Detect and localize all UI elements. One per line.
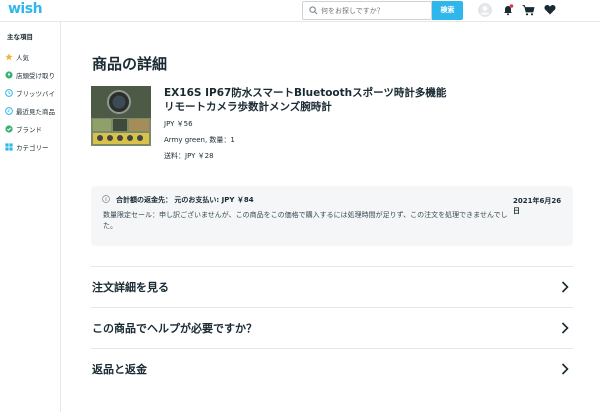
wishlist-heart-icon[interactable]: [544, 4, 556, 15]
product-price: JPY ￥56: [164, 120, 193, 128]
star-icon: [5, 53, 13, 61]
page-title: 商品の詳細: [92, 55, 168, 73]
product-help-row[interactable]: この商品でヘルプが必要ですか？: [91, 307, 573, 348]
sidebar-item-blitz-buy[interactable]: ブリッツバイ: [5, 87, 60, 99]
sidebar-item-label: 最近見た商品: [16, 108, 55, 116]
row-label: 注文詳細を見る: [92, 281, 169, 294]
product-variant: Army green, 数量：1: [164, 136, 235, 144]
verified-badge-icon: [5, 125, 13, 133]
product-shipping: 送料：JPY ￥28: [164, 152, 214, 160]
sidebar-item-label: ブランド: [16, 126, 42, 134]
sidebar-item-label: 店頭受け取り: [16, 72, 55, 80]
row-label: この商品でヘルプが必要ですか？: [92, 322, 257, 335]
sidebar-item-label: ブリッツバイ: [16, 90, 55, 98]
notification-bell-icon[interactable]: [502, 4, 514, 16]
row-label: 返品と返金: [92, 363, 147, 376]
chevron-right-icon: [561, 322, 569, 334]
sidebar-item-store-pickup[interactable]: 店頭受け取り: [5, 69, 60, 81]
watch-product-photo: [91, 86, 151, 146]
product-name[interactable]: EX16S IP67防水スマートBluetoothスポーツ時計多機能リモートカメ…: [164, 86, 454, 114]
wish-logo[interactable]: wish: [8, 1, 43, 17]
sidebar-item-recently-viewed[interactable]: 最近見た商品: [5, 105, 60, 117]
search-box[interactable]: [302, 1, 432, 20]
refund-message: 数量限定セール：申し訳ございませんが、この商品をこの価格で購入するには処理時間が…: [103, 211, 508, 230]
sidebar-item-brands[interactable]: ブランド: [5, 123, 60, 135]
map-pin-icon: [5, 71, 13, 79]
search-input[interactable]: [321, 3, 429, 18]
clock-icon: [5, 89, 13, 97]
chevron-right-icon: [561, 281, 569, 293]
sidebar-item-label: カテゴリー: [16, 144, 49, 152]
returns-refunds-row[interactable]: 返品と返金: [91, 348, 573, 389]
chevron-right-icon: [561, 363, 569, 375]
avatar-icon[interactable]: [478, 3, 492, 17]
product-image[interactable]: [91, 86, 151, 146]
grid-icon: [5, 143, 13, 151]
cart-icon[interactable]: [522, 4, 535, 16]
sidebar: 主な項目 人気 店頭受け取り ブリッツバイ 最近見た商品 ブランド カテゴリー: [0, 22, 61, 412]
history-icon: [5, 107, 13, 115]
refund-notice: 合計額の返金先： 元のお支払い: JPY ￥84 数量限定セール：申し訳ございま…: [91, 186, 573, 246]
refund-title: 合計額の返金先： 元のお支払い: JPY ￥84: [116, 196, 254, 204]
top-header: wish 検索: [0, 0, 600, 22]
sidebar-item-popular[interactable]: 人気: [5, 51, 60, 63]
sidebar-item-label: 人気: [16, 54, 29, 62]
search-button[interactable]: 検索: [432, 1, 463, 20]
info-icon: [102, 195, 110, 203]
refund-date: 2021年6月26日: [513, 197, 562, 215]
notification-dot: [509, 4, 514, 8]
view-order-details-row[interactable]: 注文詳細を見る: [91, 266, 573, 307]
sidebar-item-categories[interactable]: カテゴリー: [5, 141, 60, 153]
sidebar-title: 主な項目: [7, 33, 33, 41]
search-icon: [309, 6, 318, 15]
